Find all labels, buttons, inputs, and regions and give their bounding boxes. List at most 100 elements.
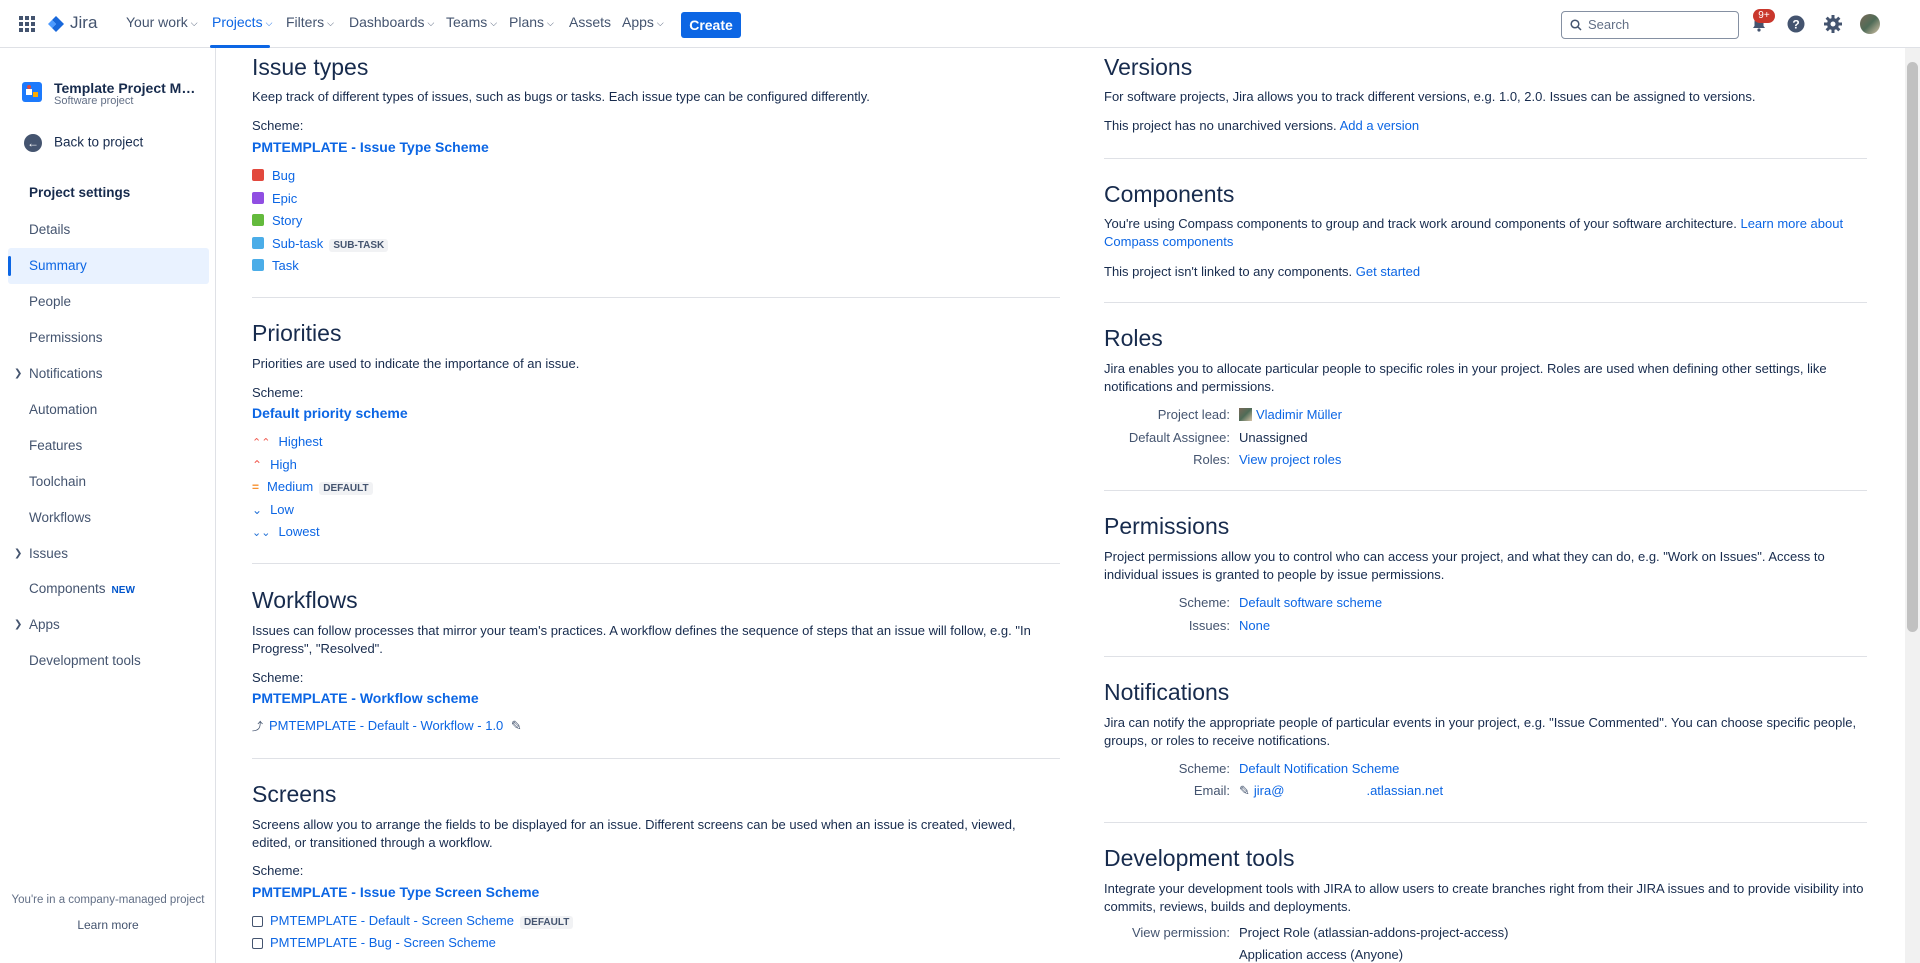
nav-plans[interactable]: Plans ⌵: [509, 14, 554, 30]
divider: [1104, 158, 1867, 159]
notifications-description: Jira can notify the appropriate people o…: [1104, 715, 1857, 748]
workflow-icon: ⤴: [252, 721, 263, 733]
sidebar-item-automation[interactable]: Automation: [29, 402, 97, 417]
story-icon: [252, 214, 264, 226]
priorities-description: Priorities are used to indicate the impo…: [252, 356, 580, 371]
user-avatar[interactable]: [1860, 14, 1880, 34]
get-started-link[interactable]: Get started: [1356, 264, 1420, 279]
sidebar-item-issues[interactable]: Issues: [29, 546, 68, 561]
sidebar-item-toolchain[interactable]: Toolchain: [29, 474, 86, 489]
back-to-project-label: Back to project: [54, 134, 144, 150]
sidebar-active-indicator: [8, 256, 11, 276]
create-button[interactable]: Create: [681, 12, 741, 38]
jira-logo-text[interactable]: Jira: [70, 13, 97, 33]
sidebar-item-apps[interactable]: Apps: [29, 617, 60, 632]
add-version-link[interactable]: Add a version: [1340, 118, 1420, 133]
view-project-roles-link[interactable]: View project roles: [1239, 452, 1341, 467]
priority-medium[interactable]: = Medium DEFAULT: [252, 479, 373, 495]
priority-lowest[interactable]: ⌄⌄ Lowest: [252, 524, 320, 539]
back-to-project-button[interactable]: ← Back to project: [24, 134, 143, 152]
notifications-heading: Notifications: [1104, 679, 1230, 705]
divider: [1104, 302, 1867, 303]
workflow-scheme-link[interactable]: PMTEMPLATE - Workflow scheme: [252, 690, 479, 706]
app-switcher-icon[interactable]: [19, 16, 35, 35]
sidebar-item-features[interactable]: Features: [29, 438, 82, 453]
sidebar-item-development-tools[interactable]: Development tools: [29, 653, 141, 668]
project-type: Software project: [54, 95, 134, 107]
screen-scheme-default[interactable]: PMTEMPLATE - Default - Screen Scheme DEFA…: [252, 913, 574, 929]
learn-more-link[interactable]: Learn more: [0, 918, 216, 932]
sidebar-item-permissions[interactable]: Permissions: [29, 330, 103, 345]
priority-high-icon: ⌃: [252, 458, 263, 472]
priority-low-icon: ⌄: [252, 503, 263, 517]
sidebar-item-components[interactable]: Components NEW: [29, 581, 135, 596]
nav-apps[interactable]: Apps ⌵: [622, 14, 664, 30]
settings-gear-icon[interactable]: [1824, 15, 1842, 36]
pencil-edit-icon[interactable]: ✎: [511, 718, 522, 733]
issue-types-scheme-label: Scheme:: [252, 118, 304, 133]
sidebar-item-summary[interactable]: Summary: [29, 258, 87, 273]
issue-type-task[interactable]: Task: [252, 258, 299, 273]
project-lead-value[interactable]: Vladimir Müller: [1239, 407, 1342, 422]
view-permission-value-2: Application access (Anyone): [1239, 947, 1404, 962]
components-description: You're using Compass components to group…: [1104, 216, 1844, 249]
sidebar-item-notifications[interactable]: Notifications: [29, 366, 103, 381]
chevron-right-icon[interactable]: ❯: [14, 548, 22, 559]
workflow-item[interactable]: ⤴ PMTEMPLATE - Default - Workflow - 1.0 ✎: [252, 718, 522, 734]
chevron-right-icon[interactable]: ❯: [14, 368, 22, 379]
notifications-scheme-label: Scheme:: [1178, 761, 1230, 776]
workflows-heading: Workflows: [252, 587, 358, 613]
issue-type-subtask[interactable]: Sub-task SUB-TASK: [252, 236, 389, 252]
new-badge: NEW: [111, 585, 135, 596]
learn-more-compass-link[interactable]: Learn more about: [1740, 216, 1843, 231]
screen-scheme-bug[interactable]: PMTEMPLATE - Bug - Screen Scheme: [252, 935, 496, 950]
workflows-description: Issues can follow processes that mirror …: [252, 623, 1031, 656]
divider: [252, 297, 1060, 298]
sidebar-item-details[interactable]: Details: [29, 222, 70, 237]
priority-high[interactable]: ⌃ High: [252, 457, 297, 472]
issue-security-link[interactable]: None: [1239, 618, 1270, 633]
priorities-scheme-label: Scheme:: [252, 385, 304, 400]
nav-assets[interactable]: Assets: [569, 14, 611, 30]
compass-components-link[interactable]: Compass components: [1104, 234, 1233, 249]
nav-projects[interactable]: Projects ⌵: [212, 14, 272, 30]
issue-type-bug[interactable]: Bug: [252, 168, 295, 183]
issue-type-epic[interactable]: Epic: [252, 191, 297, 206]
nav-filters[interactable]: Filters ⌵: [286, 14, 334, 30]
notification-scheme-link[interactable]: Default Notification Scheme: [1239, 761, 1399, 776]
workflows-scheme-label: Scheme:: [252, 670, 304, 685]
divider: [252, 758, 1060, 759]
divider: [1104, 490, 1867, 491]
notifications-badge: 9+: [1753, 9, 1775, 23]
versions-status: This project has no unarchived versions.…: [1104, 118, 1420, 133]
project-avatar-icon[interactable]: [22, 82, 42, 102]
screen-scheme-link[interactable]: PMTEMPLATE - Issue Type Screen Scheme: [252, 884, 539, 900]
sidebar-item-people[interactable]: People: [29, 294, 71, 309]
issue-type-scheme-link[interactable]: PMTEMPLATE - Issue Type Scheme: [252, 139, 489, 155]
scrollbar-thumb[interactable]: [1907, 62, 1918, 632]
project-lead-label: Project lead:: [1157, 407, 1230, 422]
view-permission-label: View permission:: [1131, 925, 1230, 940]
nav-teams[interactable]: Teams ⌵: [446, 14, 497, 30]
nav-your-work[interactable]: Your work ⌵: [126, 14, 198, 30]
priorities-heading: Priorities: [252, 320, 342, 346]
chevron-right-icon[interactable]: ❯: [14, 619, 22, 630]
pencil-edit-icon[interactable]: ✎: [1239, 783, 1250, 798]
priority-highest[interactable]: ⌃⌃ Highest: [252, 434, 323, 449]
sidebar-item-workflows[interactable]: Workflows: [29, 510, 91, 525]
divider: [252, 563, 1060, 564]
nav-dashboards[interactable]: Dashboards ⌵: [349, 14, 434, 30]
notifications-email-value[interactable]: ✎ jira@ .atlassian.net: [1239, 783, 1443, 799]
issue-type-story[interactable]: Story: [252, 213, 302, 228]
priority-low[interactable]: ⌄ Low: [252, 502, 294, 517]
jira-logo-icon[interactable]: [46, 14, 66, 37]
search-placeholder: Search: [1588, 17, 1630, 32]
default-assignee-value: Unassigned: [1239, 430, 1308, 445]
search-input[interactable]: Search: [1561, 11, 1739, 39]
help-icon[interactable]: ?: [1787, 15, 1805, 36]
permission-scheme-link[interactable]: Default software scheme: [1239, 595, 1382, 610]
project-name[interactable]: Template Project Manag...: [54, 80, 202, 96]
project-settings-heading: Project settings: [29, 185, 131, 200]
priority-scheme-link[interactable]: Default priority scheme: [252, 405, 408, 421]
task-icon: [252, 259, 264, 271]
